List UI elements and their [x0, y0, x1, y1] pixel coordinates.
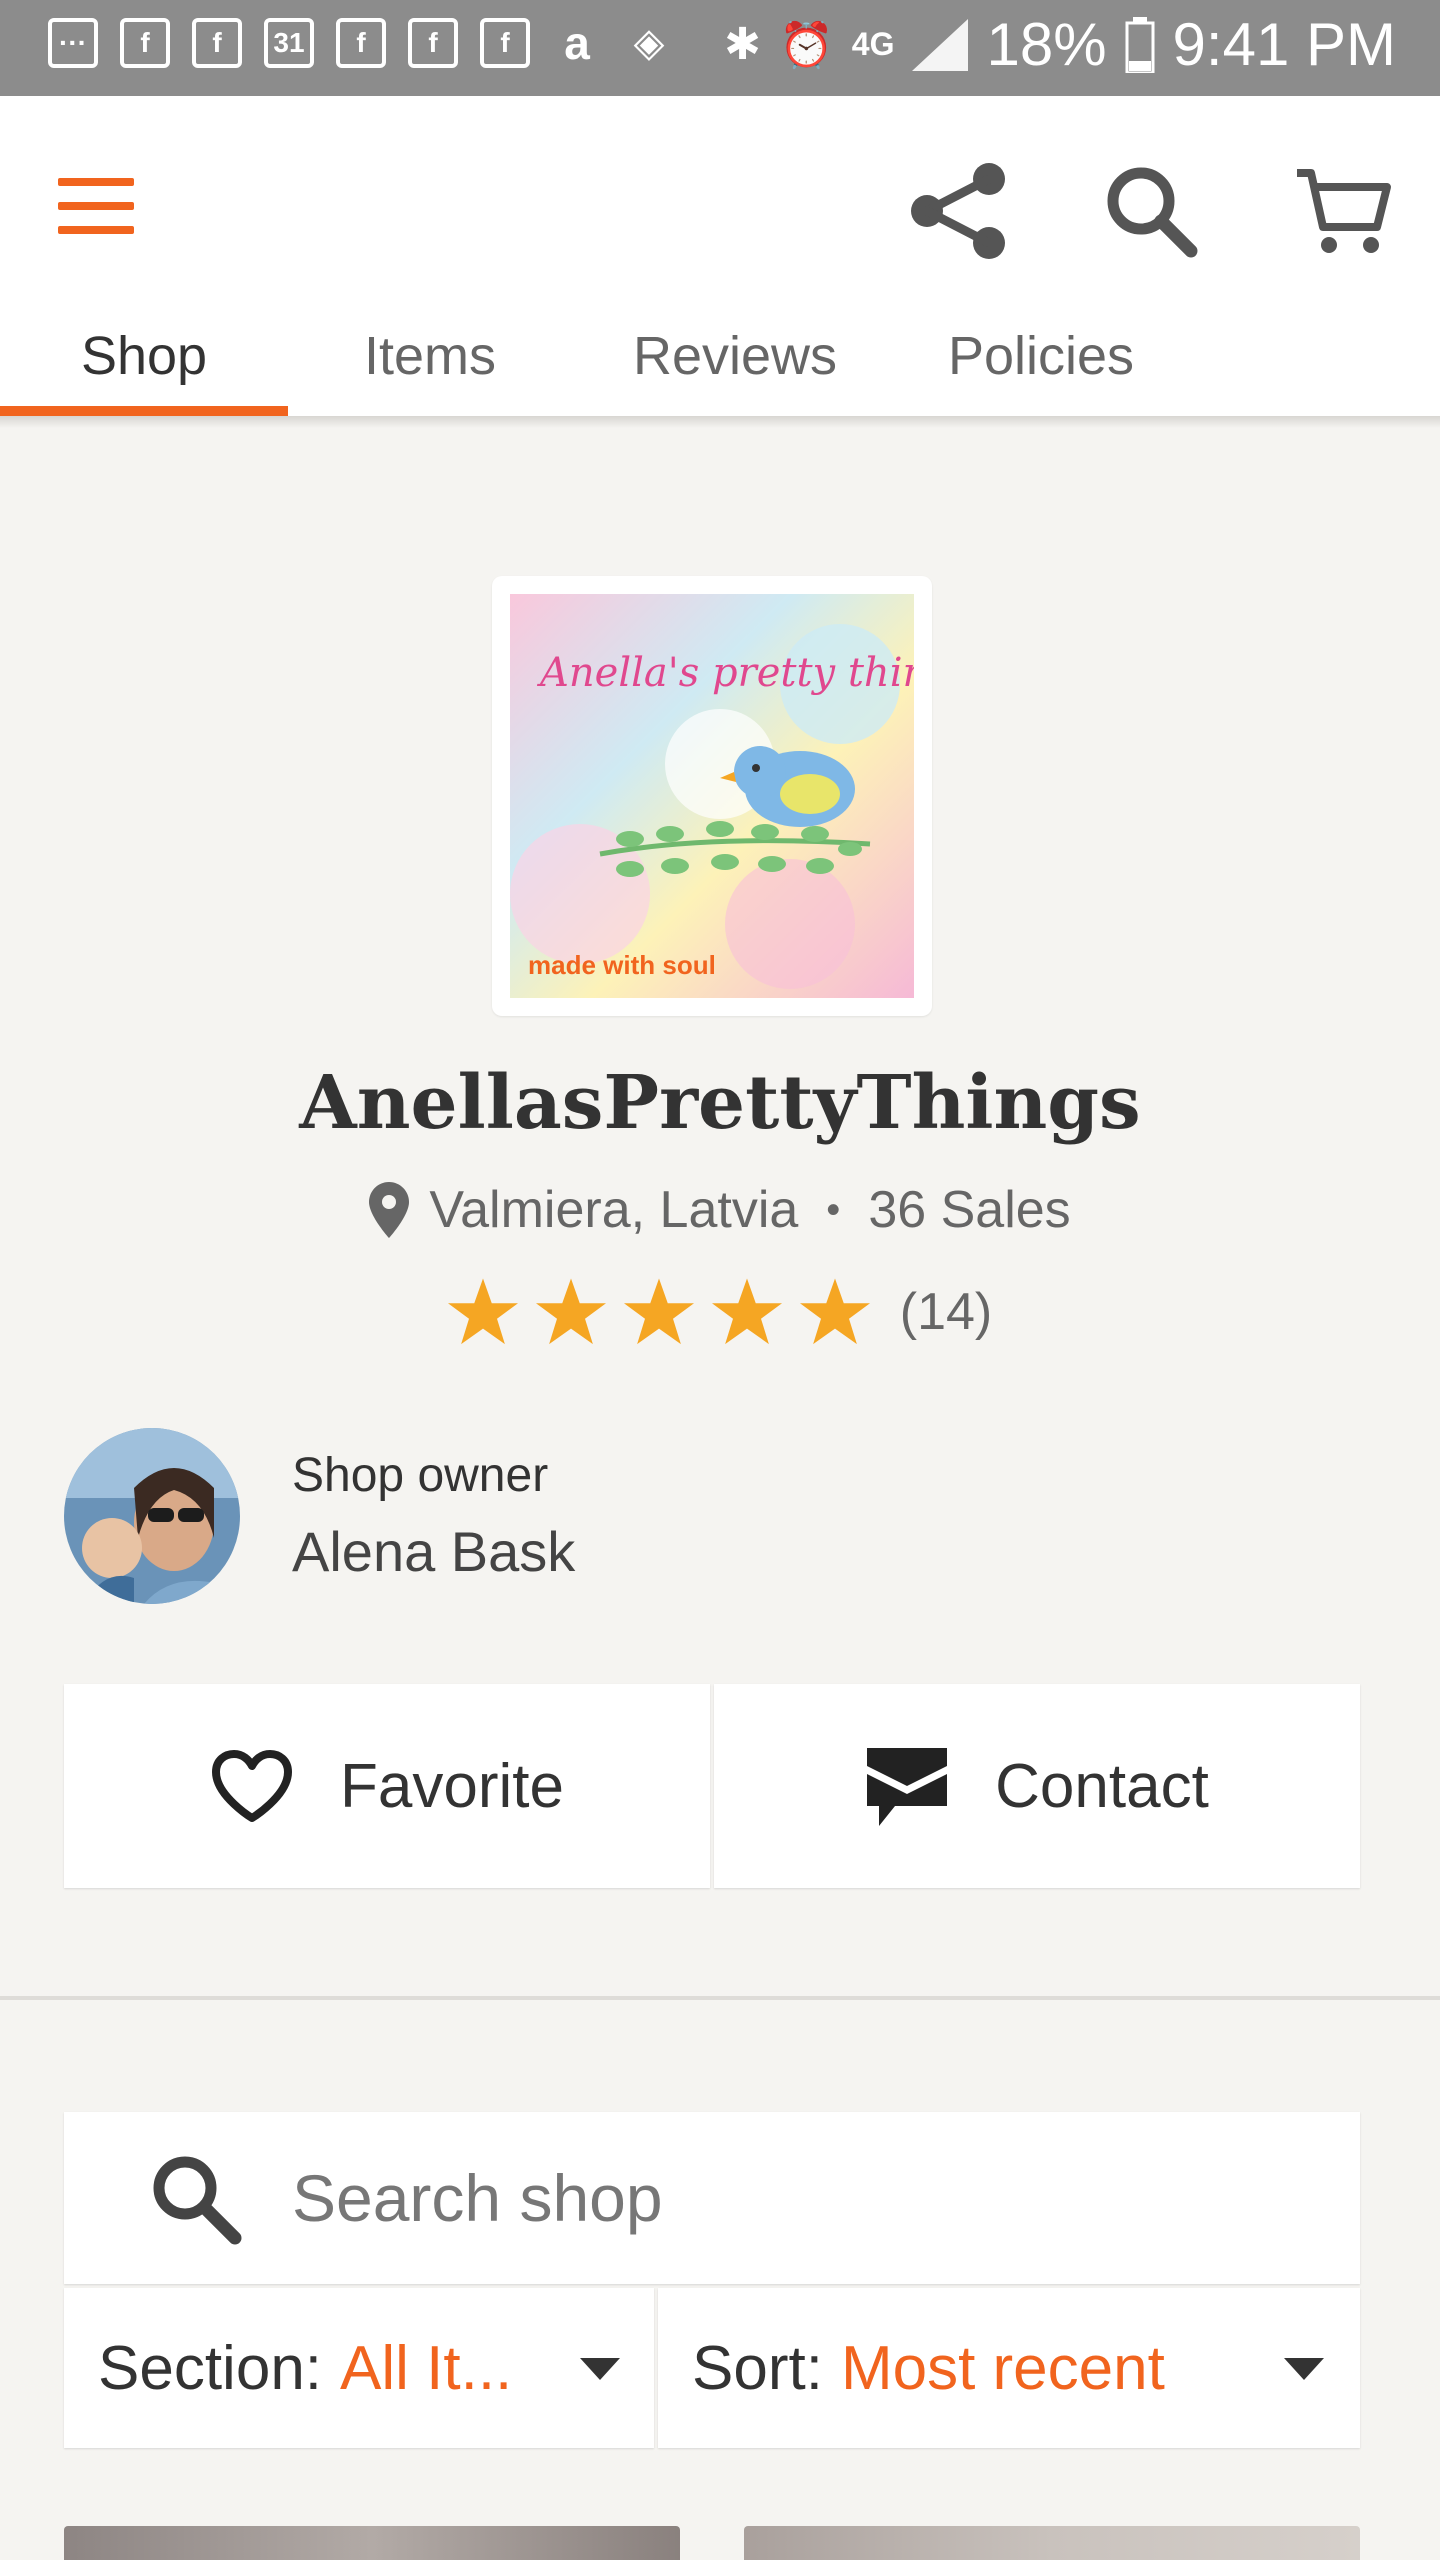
bluetooth-icon: ✱ [724, 20, 761, 69]
network-type: 4G [851, 26, 895, 62]
search-icon [1107, 167, 1198, 258]
favorite-label: Favorite [340, 1751, 564, 1821]
shop-rating: (14) [0, 1278, 1440, 1346]
shop-name: AnellasPrettyThings [299, 1060, 1141, 1146]
app-bar-shadow [0, 416, 1440, 428]
facebook-icon: f [336, 18, 386, 68]
rating-count[interactable]: (14) [900, 1282, 992, 1342]
cart-button[interactable] [1288, 156, 1398, 266]
section-dropdown[interactable]: Section: All It... [64, 2288, 654, 2448]
search-button[interactable] [1096, 156, 1206, 266]
clock: 9:41 PM [1172, 11, 1396, 78]
share-button[interactable] [904, 156, 1014, 266]
dropbox-icon: ◈ [633, 21, 665, 65]
owner-info: Shop owner Alena Bask [292, 1448, 575, 1584]
menu-icon [58, 178, 134, 186]
calendar-day: 31 [273, 27, 305, 58]
listing-thumbnail[interactable] [64, 2526, 680, 2560]
shop-location: Valmiera, Latvia [429, 1181, 799, 1239]
system-status: ✱ ⏰ 4G 18% 9:41 PM [724, 10, 1396, 79]
contact-label: Contact [995, 1751, 1209, 1821]
logo-script-text: Anella's pretty things [536, 650, 914, 696]
message-icon [867, 1748, 948, 1826]
cart-icon [1297, 169, 1391, 253]
share-icon [911, 163, 1005, 259]
menu-icon-line [58, 226, 134, 234]
location-pin-icon [369, 1182, 410, 1238]
shop-sales: 36 Sales [868, 1181, 1071, 1239]
sort-value: Most recent [840, 2333, 1165, 2403]
sort-label: Sort: [692, 2333, 823, 2403]
sort-dropdown[interactable]: Sort: Most recent [658, 2288, 1360, 2448]
alarm-icon: ⏰ [778, 20, 834, 70]
notification-icons: ··· f f 31 f f f a ◈ [48, 17, 674, 69]
tab-policies[interactable]: Policies [906, 296, 1176, 416]
search-placeholder: Search shop [292, 2161, 663, 2235]
tab-bar: Shop Items Reviews Policies [0, 296, 1440, 416]
facebook-icon: f [192, 18, 242, 68]
star-icon [799, 1278, 870, 1345]
active-tab-indicator [0, 406, 288, 416]
search-icon [140, 2143, 250, 2253]
heart-icon [212, 1750, 293, 1822]
battery-percent: 18% [986, 11, 1107, 78]
rating-stars [447, 1278, 870, 1346]
messenger-icon: ··· [48, 18, 98, 68]
search-shop-input[interactable]: Search shop [64, 2112, 1360, 2284]
owner-label: Shop owner [292, 1449, 549, 1502]
menu-button[interactable] [58, 178, 134, 234]
battery-icon [1125, 16, 1155, 73]
star-icon [447, 1278, 518, 1345]
owner-avatar[interactable] [64, 1428, 240, 1604]
tab-shop[interactable]: Shop [0, 296, 288, 416]
star-icon [535, 1278, 606, 1345]
shop-owner[interactable]: Shop owner Alena Bask [64, 1428, 575, 1604]
section-value: All It... [340, 2333, 513, 2403]
menu-icon-line [58, 202, 134, 210]
logo-tagline: made with soul [528, 950, 716, 980]
star-icon [623, 1278, 694, 1345]
facebook-icon: f [120, 18, 170, 68]
app-bar: Shop Items Reviews Policies [0, 96, 1440, 416]
star-icon [711, 1278, 782, 1345]
signal-icon [912, 18, 969, 71]
shop-logo: Anella's pretty things made with soul [492, 576, 974, 1016]
tab-items[interactable]: Items [310, 296, 550, 416]
contact-button[interactable]: Contact [714, 1684, 1360, 1888]
facebook-icon: f [408, 18, 458, 68]
calendar-icon: 31 [264, 18, 314, 68]
status-bar: ··· f f 31 f f f a ◈ ✱ ⏰ 4G 18% 9:41 PM [0, 0, 1440, 96]
owner-name[interactable]: Alena Bask [292, 1519, 575, 1584]
section-divider [0, 1996, 1440, 2000]
section-dropdown-arrow-icon [580, 2358, 620, 2380]
sort-dropdown-arrow-icon [1284, 2358, 1324, 2380]
shop-meta: Valmiera, Latvia • 36 Sales [0, 1180, 1440, 1240]
meta-separator: • [826, 1187, 841, 1232]
favorite-button[interactable]: Favorite [64, 1684, 710, 1888]
facebook-icon: f [480, 18, 530, 68]
shop-logo-image: Anella's pretty things made with soul [510, 594, 974, 998]
section-label: Section: [98, 2333, 323, 2403]
tab-reviews[interactable]: Reviews [600, 296, 870, 416]
listing-thumbnail[interactable] [744, 2526, 1360, 2560]
amazon-icon: a [564, 17, 590, 69]
owner-avatar-image [64, 1428, 240, 1604]
